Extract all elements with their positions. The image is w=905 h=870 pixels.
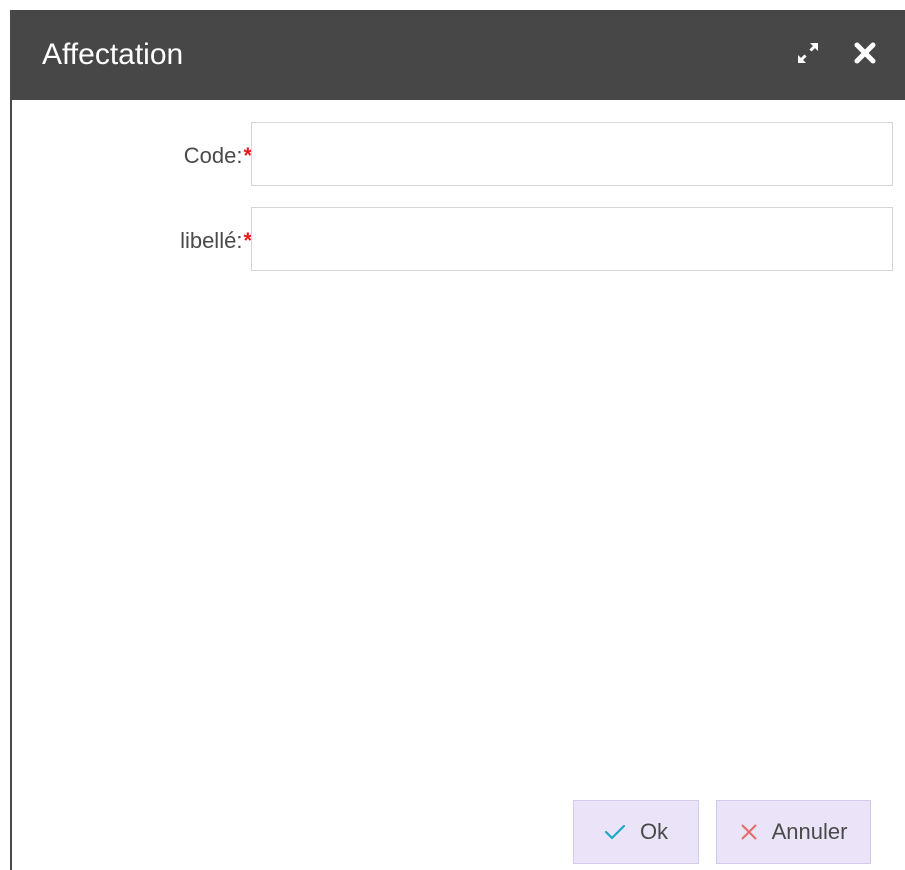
code-label-text: Code: [183, 143, 243, 168]
close-button[interactable] [852, 42, 878, 68]
dialog-title: Affectation [42, 38, 184, 71]
libelle-label-text: libellé: [180, 228, 243, 253]
code-label: Code:* [12, 143, 252, 169]
ok-button-label: Ok [639, 819, 669, 844]
affectation-dialog: Affectation Code:* libellé:* Ok Annuler [10, 10, 905, 870]
expand-arrows-icon [795, 40, 821, 71]
cancel-button[interactable]: Annuler [716, 800, 871, 864]
ok-button[interactable]: Ok [573, 800, 699, 864]
code-input[interactable] [251, 122, 893, 186]
close-x-icon [854, 42, 876, 69]
maximize-button[interactable] [795, 42, 821, 68]
dialog-title-bar: Affectation [12, 10, 905, 100]
cross-icon [740, 823, 758, 841]
libelle-label: libellé:* [12, 228, 252, 254]
cancel-button-label: Annuler [771, 819, 848, 844]
checkmark-icon [604, 823, 626, 841]
libelle-input[interactable] [251, 207, 893, 271]
